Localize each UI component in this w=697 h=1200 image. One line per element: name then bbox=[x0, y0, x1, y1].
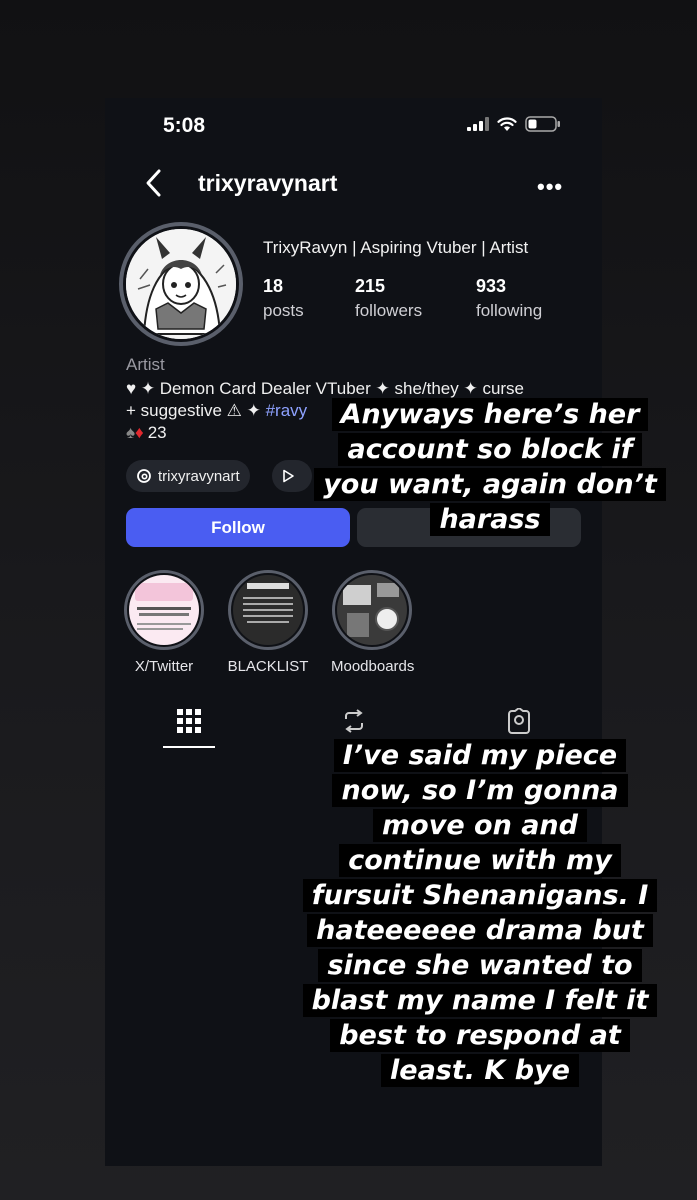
posts-label: posts bbox=[263, 301, 304, 320]
bio-line-3: ♠♦ 23 bbox=[126, 423, 167, 443]
status-icons bbox=[467, 116, 561, 132]
threads-icon bbox=[137, 469, 151, 483]
caption-line: since she wanted to bbox=[290, 948, 670, 983]
highlight-ring bbox=[332, 570, 412, 650]
posts-stat[interactable]: 18 posts bbox=[263, 276, 304, 321]
following-count: 933 bbox=[476, 276, 507, 296]
grid-icon bbox=[177, 709, 201, 733]
status-time: 5:08 bbox=[163, 114, 206, 137]
following-label: following bbox=[476, 301, 543, 320]
highlight-cover-image bbox=[129, 575, 199, 645]
highlight-moodboards[interactable]: Moodboards bbox=[331, 570, 415, 675]
caption-line: hateeeeee drama but bbox=[290, 913, 670, 948]
wifi-icon bbox=[497, 116, 517, 131]
following-stat[interactable]: 933 following bbox=[476, 276, 542, 321]
blacklist-highlight-cover bbox=[233, 575, 303, 645]
followers-label: followers bbox=[355, 301, 423, 320]
highlight-cover-image bbox=[337, 575, 407, 645]
tab-reposts[interactable] bbox=[334, 708, 374, 738]
play-icon bbox=[283, 469, 294, 483]
anime-character-sketch bbox=[126, 229, 236, 339]
caption-line: move on and bbox=[290, 808, 670, 843]
moodboards-highlight-cover bbox=[337, 575, 407, 645]
bio-line-2-text: + suggestive ⚠ ✦ bbox=[126, 401, 266, 420]
chevron-left-icon bbox=[146, 169, 161, 197]
caption-line: continue with my bbox=[290, 843, 670, 878]
caption-line: now, so I’m gonna bbox=[290, 773, 670, 808]
card-suits-emoji: ♠♦ bbox=[126, 423, 144, 442]
caption-line: Anyways here’s her bbox=[300, 397, 680, 432]
posts-count: 18 bbox=[263, 276, 284, 296]
bio-line-2: + suggestive ⚠ ✦ #ravy bbox=[126, 401, 307, 421]
threads-link-chip[interactable]: trixyravynart bbox=[126, 460, 250, 492]
profile-avatar[interactable] bbox=[119, 222, 243, 346]
story-caption-top: Anyways here’s her account so block if y… bbox=[300, 397, 680, 537]
profile-username: trixyravynart bbox=[198, 170, 338, 196]
tab-tagged[interactable] bbox=[499, 708, 539, 738]
bio-line-1: ♥ ✦ Demon Card Dealer VTuber ✦ she/they … bbox=[126, 379, 525, 398]
tab-posts-grid[interactable] bbox=[169, 708, 209, 738]
avatar-image bbox=[126, 229, 236, 339]
battery-icon bbox=[525, 116, 560, 132]
highlight-ring bbox=[228, 570, 308, 650]
active-tab-indicator bbox=[163, 746, 215, 748]
caption-line: best to respond at bbox=[290, 1018, 670, 1053]
profile-category: Artist bbox=[126, 355, 165, 374]
highlight-label: X/Twitter bbox=[134, 658, 194, 675]
highlight-cover-image bbox=[233, 575, 303, 645]
caption-line: you want, again don’t bbox=[300, 467, 680, 502]
caption-line: harass bbox=[300, 502, 680, 537]
highlight-blacklist[interactable]: BLACKLIST bbox=[227, 570, 309, 675]
highlight-x-twitter[interactable]: X/Twitter bbox=[123, 570, 205, 675]
caption-line: blast my name I felt it bbox=[290, 983, 670, 1018]
signal-icon bbox=[467, 117, 489, 131]
caption-line: account so block if bbox=[300, 432, 680, 467]
bio-number: 23 bbox=[147, 423, 167, 442]
caption-line: least. K bye bbox=[290, 1053, 670, 1088]
threads-handle: trixyravynart bbox=[158, 467, 240, 485]
repost-icon bbox=[345, 709, 363, 733]
story-caption-bottom: I’ve said my piece now, so I’m gonna mov… bbox=[290, 738, 670, 1088]
more-options-icon[interactable]: ••• bbox=[537, 174, 563, 200]
display-name: TrixyRavyn | Aspiring Vtuber | Artist bbox=[263, 238, 529, 257]
back-button[interactable] bbox=[143, 168, 165, 198]
followers-stat[interactable]: 215 followers bbox=[355, 276, 422, 321]
tagged-person-icon bbox=[508, 708, 530, 734]
followers-count: 215 bbox=[355, 276, 386, 296]
caption-line: fursuit Shenanigans. I bbox=[290, 878, 670, 913]
caption-line: I’ve said my piece bbox=[290, 738, 670, 773]
twitter-highlight-cover bbox=[129, 575, 199, 645]
highlight-label: Moodboards bbox=[331, 658, 415, 675]
highlight-ring bbox=[124, 570, 204, 650]
highlight-label: BLACKLIST bbox=[227, 658, 309, 675]
